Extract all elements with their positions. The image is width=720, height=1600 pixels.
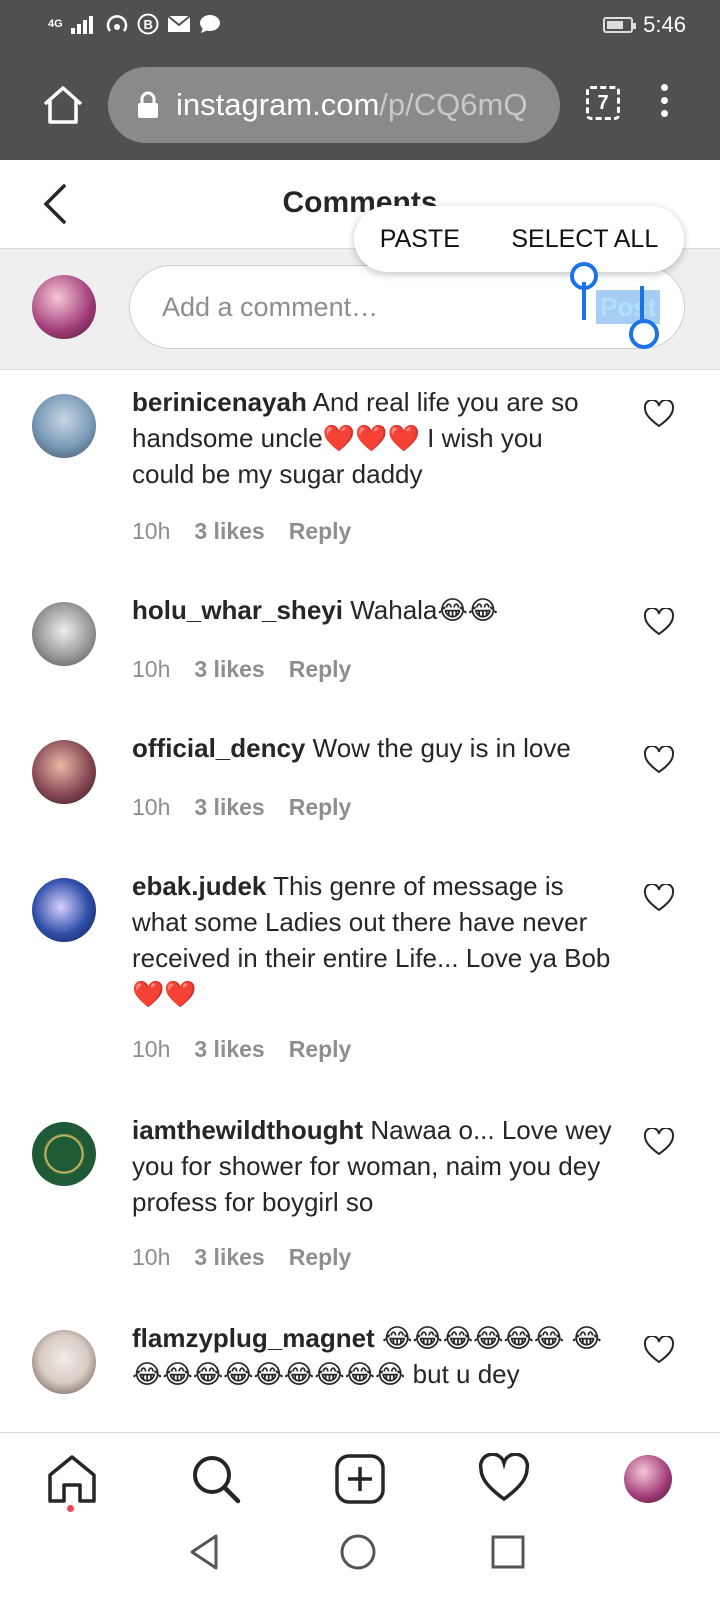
recents-square-icon[interactable] — [490, 1534, 526, 1570]
avatar[interactable] — [32, 1122, 96, 1186]
comment-message: Wow the guy is in love — [312, 733, 571, 763]
comment-username[interactable]: holu_whar_sheyi — [132, 595, 343, 625]
comment-username[interactable]: ebak.judek — [132, 871, 266, 901]
selection-end-handle[interactable] — [624, 286, 660, 352]
avatar — [32, 275, 96, 339]
comment-time: 10h — [132, 518, 171, 544]
svg-text:B: B — [143, 17, 152, 32]
heart-icon[interactable] — [644, 608, 674, 636]
comment-meta: 10h 3 likes Reply — [132, 518, 351, 545]
tab-count: 7 — [597, 91, 609, 114]
avatar[interactable] — [32, 1330, 96, 1394]
status-right: 5:46 — [603, 12, 686, 38]
comment-time: 10h — [132, 1036, 171, 1062]
comment-username[interactable]: iamthewildthought — [132, 1115, 363, 1145]
more-menu-icon[interactable] — [654, 84, 674, 124]
browser-toolbar: instagram.com/p/CQ6mQ 7 — [0, 50, 720, 160]
url-path: /p/CQ6mQ — [379, 87, 528, 122]
comment-username[interactable]: official_dency — [132, 733, 305, 763]
comment-meta: 10h 3 likes Reply — [132, 1036, 351, 1063]
battery-icon — [603, 17, 637, 33]
url-text: instagram.com/p/CQ6mQ — [176, 87, 527, 123]
comment-meta: 10h 3 likes Reply — [132, 656, 351, 683]
new-post-icon[interactable] — [334, 1453, 386, 1505]
comment-likes[interactable]: 3 likes — [194, 794, 264, 821]
text-selection-menu: PASTE SELECT ALL — [354, 206, 684, 272]
system-navigation — [0, 1520, 720, 1600]
reply-button[interactable]: Reply — [289, 794, 352, 821]
comment-time: 10h — [132, 794, 171, 820]
comment-time: 10h — [132, 656, 171, 682]
reply-button[interactable]: Reply — [289, 1036, 352, 1063]
comment-message: Wahala😂😂 — [350, 595, 499, 625]
search-icon[interactable] — [190, 1453, 242, 1505]
heart-icon[interactable] — [644, 1128, 674, 1156]
heart-icon[interactable] — [644, 1336, 674, 1364]
comment-text: iamthewildthought Nawaa o... Love wey yo… — [132, 1112, 612, 1220]
avatar[interactable] — [32, 394, 96, 458]
avatar[interactable] — [32, 740, 96, 804]
avatar[interactable] — [624, 1455, 672, 1503]
comment-input[interactable] — [160, 286, 564, 328]
url-bar[interactable]: instagram.com/p/CQ6mQ — [108, 67, 560, 143]
avatar[interactable] — [32, 878, 96, 942]
status-time: 5:46 — [643, 12, 686, 37]
heart-icon[interactable] — [644, 746, 674, 774]
home-icon[interactable] — [40, 82, 86, 128]
reply-button[interactable]: Reply — [289, 1244, 352, 1271]
bottom-navigation — [0, 1432, 720, 1521]
comment-username[interactable]: berinicenayah — [132, 387, 307, 417]
select-all-button[interactable]: SELECT ALL — [511, 225, 658, 254]
notification-dot — [67, 1505, 74, 1512]
comments-list: berinicenayah And real life you are so h… — [0, 370, 720, 1432]
comment-likes[interactable]: 3 likes — [194, 1244, 264, 1271]
comment-time: 10h — [132, 1244, 171, 1270]
status-icons: 4G B — [48, 13, 221, 35]
heart-icon[interactable] — [478, 1453, 530, 1505]
comment-text: flamzyplug_magnet 😂😂😂😂😂😂 😂😂😂😂😂😂😂😂😂😂 but … — [132, 1320, 612, 1392]
url-domain: instagram.com — [176, 87, 380, 122]
lock-icon — [138, 91, 158, 118]
heart-icon[interactable] — [644, 400, 674, 428]
selection-start-handle[interactable] — [568, 262, 604, 322]
comment-text: holu_whar_sheyi Wahala😂😂 — [132, 592, 612, 628]
comment-likes[interactable]: 3 likes — [194, 656, 264, 683]
comment-meta: 10h 3 likes Reply — [132, 1244, 351, 1271]
paste-button[interactable]: PASTE — [380, 225, 460, 254]
comment-text: ebak.judek This genre of message is what… — [132, 868, 612, 1012]
comment-text: official_dency Wow the guy is in love — [132, 730, 612, 766]
comment-likes[interactable]: 3 likes — [194, 518, 264, 545]
comment-meta: 10h 3 likes Reply — [132, 794, 351, 821]
comment-text: berinicenayah And real life you are so h… — [132, 384, 612, 492]
home-icon[interactable] — [46, 1453, 98, 1505]
bitcoin-icon: B — [137, 13, 159, 35]
tab-switcher-button[interactable]: 7 — [586, 86, 620, 120]
hotspot-icon — [106, 15, 127, 32]
back-triangle-icon[interactable] — [186, 1532, 222, 1572]
signal-icon — [70, 16, 93, 34]
network-type: 4G — [48, 18, 63, 30]
home-circle-icon[interactable] — [338, 1532, 378, 1572]
mail-icon — [167, 15, 191, 32]
comment-username[interactable]: flamzyplug_magnet — [132, 1323, 375, 1353]
chat-icon — [199, 15, 220, 33]
reply-button[interactable]: Reply — [289, 518, 352, 545]
reply-button[interactable]: Reply — [289, 656, 352, 683]
avatar[interactable] — [32, 602, 96, 666]
heart-icon[interactable] — [644, 884, 674, 912]
comment-likes[interactable]: 3 likes — [194, 1036, 264, 1063]
status-bar: 4G B 5:46 — [0, 0, 720, 50]
